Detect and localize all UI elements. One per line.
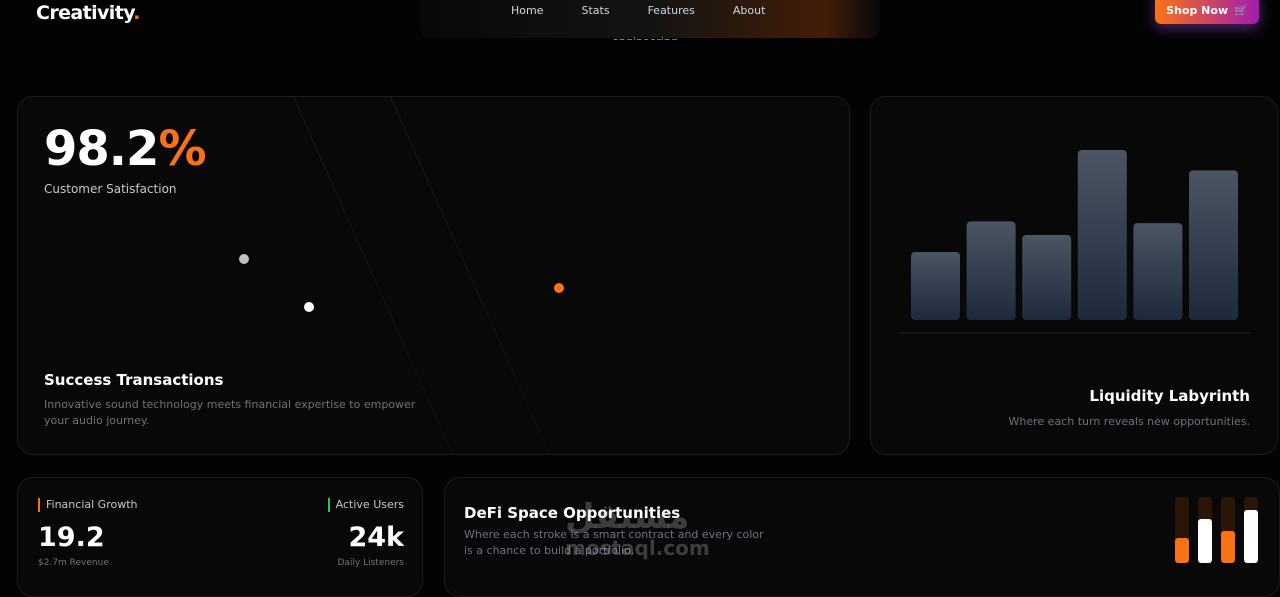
brand-dot: . [133,2,140,24]
nav-features[interactable]: Features [629,4,714,17]
shop-now-label: Shop Now [1166,3,1229,17]
level-fill [1244,510,1258,563]
liquidity-bar [1133,223,1183,320]
percent-sign: % [158,121,206,177]
decor-dot-gray [239,254,249,264]
liquidity-bar [1022,235,1072,320]
stats-card: Financial Growth Active Users 19.2 24k $… [17,477,423,597]
nav-home[interactable]: Home [492,4,562,17]
satisfaction-card: 98.2% Customer Satisfaction Success Tran… [17,96,850,455]
level-meter [1198,497,1212,563]
cart-icon: 🛒 [1234,3,1248,17]
liquidity-bar [966,221,1016,320]
liquidity-description: Where each turn reveals new opportunitie… [1008,415,1250,428]
level-fill [1221,531,1235,563]
success-description: Innovative sound technology meets financ… [44,398,416,427]
liquidity-bar [911,252,960,320]
level-meter [1221,497,1235,563]
brand-logo[interactable]: Creativity. [36,2,140,24]
main-nav: Home Stats Features About [492,4,784,17]
watermark: مستقل mostaql.com [565,500,710,558]
satisfaction-value: 98.2% [44,121,207,177]
level-meter [1175,497,1189,563]
watermark-latin: mostaql.com [565,536,710,560]
level-meter [1244,497,1258,563]
financial-growth-value: 19.2 [38,522,105,553]
level-fill [1198,519,1212,563]
nav-about[interactable]: About [714,4,785,17]
financial-growth-label: Financial Growth [38,498,137,512]
watermark-arabic: مستقل [565,497,690,537]
liquidity-bar [1077,150,1127,320]
active-users-label: Active Users [327,498,404,512]
liquidity-bar [1189,170,1238,320]
hero-subtitle-fragment: engineering. [612,28,681,40]
active-users-value: 24k [348,522,404,553]
decor-dot-white [304,302,314,312]
level-fill [1175,537,1189,563]
revenue-sub: $2.7m Revenue [38,558,109,568]
liquidity-card: Liquidity Labyrinth Where each turn reve… [870,96,1278,455]
success-title: Success Transactions [44,371,224,389]
listeners-sub: Daily Listeners [337,558,404,568]
nav-stats[interactable]: Stats [562,4,628,17]
liquidity-title: Liquidity Labyrinth [1089,387,1250,405]
shop-now-button[interactable]: Shop Now 🛒 [1155,0,1259,24]
decor-dot-orange [554,283,564,293]
satisfaction-label: Customer Satisfaction [44,182,177,196]
